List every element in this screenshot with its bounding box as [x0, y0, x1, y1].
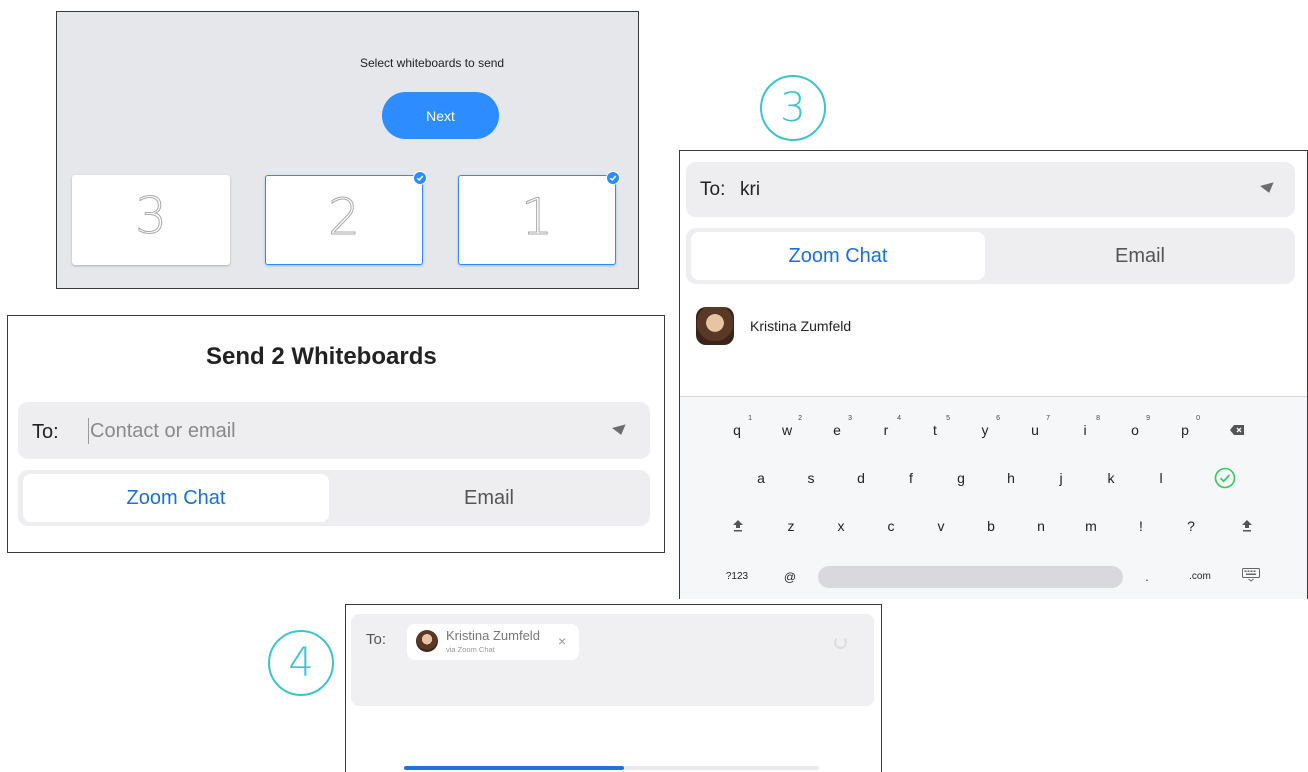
key-question[interactable]: ?: [1176, 512, 1206, 540]
enter-check-icon[interactable]: [1210, 464, 1240, 492]
key-q[interactable]: q1: [722, 415, 752, 444]
contact-search-panel: To: Zoom Chat Email Kristina Zumfeld q1 …: [679, 150, 1308, 599]
close-icon[interactable]: ×: [558, 633, 566, 649]
progress-fill: [404, 766, 624, 770]
whiteboard-number: 1: [521, 188, 554, 247]
tab-email[interactable]: Email: [334, 474, 644, 522]
tab-zoom-chat[interactable]: Zoom Chat: [23, 474, 329, 522]
recipient-field[interactable]: To:: [18, 402, 650, 459]
key-b[interactable]: b: [976, 512, 1006, 540]
key-t[interactable]: t5: [920, 415, 950, 444]
avatar: [416, 630, 438, 652]
keyboard-hide-icon[interactable]: [1236, 563, 1266, 591]
shift-icon[interactable]: [723, 512, 753, 540]
avatar: [696, 307, 734, 345]
key-period[interactable]: .: [1132, 563, 1162, 591]
recipient-chip[interactable]: Kristina Zumfeld via Zoom Chat ×: [407, 624, 579, 660]
tab-zoom-chat[interactable]: Zoom Chat: [691, 232, 985, 280]
whiteboard-number: 2: [328, 188, 361, 247]
send-whiteboards-panel: Send 2 Whiteboards To: Zoom Chat Email: [7, 315, 665, 553]
on-screen-keyboard: q1 w2 e3 r4 t5 y6 u7 i8 o9 p0 a s d f g …: [680, 396, 1307, 599]
key-j[interactable]: j: [1046, 464, 1076, 492]
to-label: To:: [32, 421, 59, 443]
shift-icon[interactable]: [1232, 512, 1262, 540]
contact-name: Kristina Zumfeld: [750, 318, 852, 334]
key-z[interactable]: z: [776, 512, 806, 540]
key-f[interactable]: f: [896, 464, 926, 492]
recipient-via: via Zoom Chat: [446, 645, 495, 654]
key-o[interactable]: o9: [1120, 415, 1150, 444]
send-via-tabs: Zoom Chat Email: [686, 228, 1295, 284]
whiteboard-thumbnail-3[interactable]: 3: [72, 175, 230, 265]
step-number-3: 3: [760, 75, 826, 141]
upload-progress-bar: [404, 766, 819, 770]
whiteboard-thumbnail-1[interactable]: 1: [458, 171, 620, 265]
key-symbols[interactable]: ?123: [720, 563, 754, 591]
recipient-input[interactable]: [90, 415, 530, 447]
key-h[interactable]: h: [996, 464, 1026, 492]
checkmark-icon: [606, 171, 620, 185]
dialog-title: Send 2 Whiteboards: [206, 343, 437, 370]
key-s[interactable]: s: [796, 464, 826, 492]
text-cursor: [88, 418, 89, 444]
recipient-input[interactable]: [740, 174, 1140, 206]
checkmark-icon: [413, 171, 427, 185]
key-r[interactable]: r4: [871, 415, 901, 444]
spinner-icon: [834, 636, 847, 649]
recipient-name: Kristina Zumfeld: [446, 628, 540, 643]
backspace-icon[interactable]: [1222, 416, 1252, 444]
next-button[interactable]: Next: [382, 92, 499, 139]
key-l[interactable]: l: [1146, 464, 1176, 492]
key-d[interactable]: d: [846, 464, 876, 492]
key-at[interactable]: @: [775, 563, 805, 591]
sending-panel: To: Kristina Zumfeld via Zoom Chat ×: [345, 604, 882, 772]
to-label: To:: [366, 631, 387, 648]
key-u[interactable]: u7: [1020, 415, 1050, 444]
key-n[interactable]: n: [1026, 512, 1056, 540]
key-v[interactable]: v: [926, 512, 956, 540]
to-label: To:: [700, 179, 726, 200]
select-whiteboards-panel: Select whiteboards to send Next 3 2 1: [56, 11, 639, 289]
key-exclamation[interactable]: !: [1126, 512, 1156, 540]
key-w[interactable]: w2: [772, 415, 802, 444]
key-i[interactable]: i8: [1070, 415, 1100, 444]
whiteboard-number: 3: [135, 187, 168, 246]
whiteboard-thumbnail-2[interactable]: 2: [265, 171, 427, 265]
dropdown-triangle-icon[interactable]: [612, 424, 628, 437]
key-m[interactable]: m: [1076, 512, 1106, 540]
recipient-field[interactable]: To: Kristina Zumfeld via Zoom Chat ×: [351, 614, 874, 706]
step-number-4: 4: [268, 630, 334, 696]
space-bar[interactable]: [818, 566, 1123, 588]
dropdown-triangle-icon[interactable]: [1260, 182, 1276, 195]
key-a[interactable]: a: [746, 464, 776, 492]
key-p[interactable]: p0: [1170, 415, 1200, 444]
key-y[interactable]: y6: [970, 415, 1001, 444]
key-k[interactable]: k: [1096, 464, 1126, 492]
key-e[interactable]: e3: [822, 415, 852, 444]
key-g[interactable]: g: [946, 464, 976, 492]
send-via-tabs: Zoom Chat Email: [18, 470, 650, 526]
key-dotcom[interactable]: .com: [1180, 563, 1220, 591]
tab-email[interactable]: Email: [990, 232, 1290, 280]
contact-suggestion[interactable]: Kristina Zumfeld: [696, 305, 851, 347]
key-c[interactable]: c: [876, 512, 906, 540]
recipient-field[interactable]: To:: [686, 162, 1295, 217]
key-x[interactable]: x: [826, 512, 856, 540]
select-whiteboards-title: Select whiteboards to send: [360, 56, 505, 70]
